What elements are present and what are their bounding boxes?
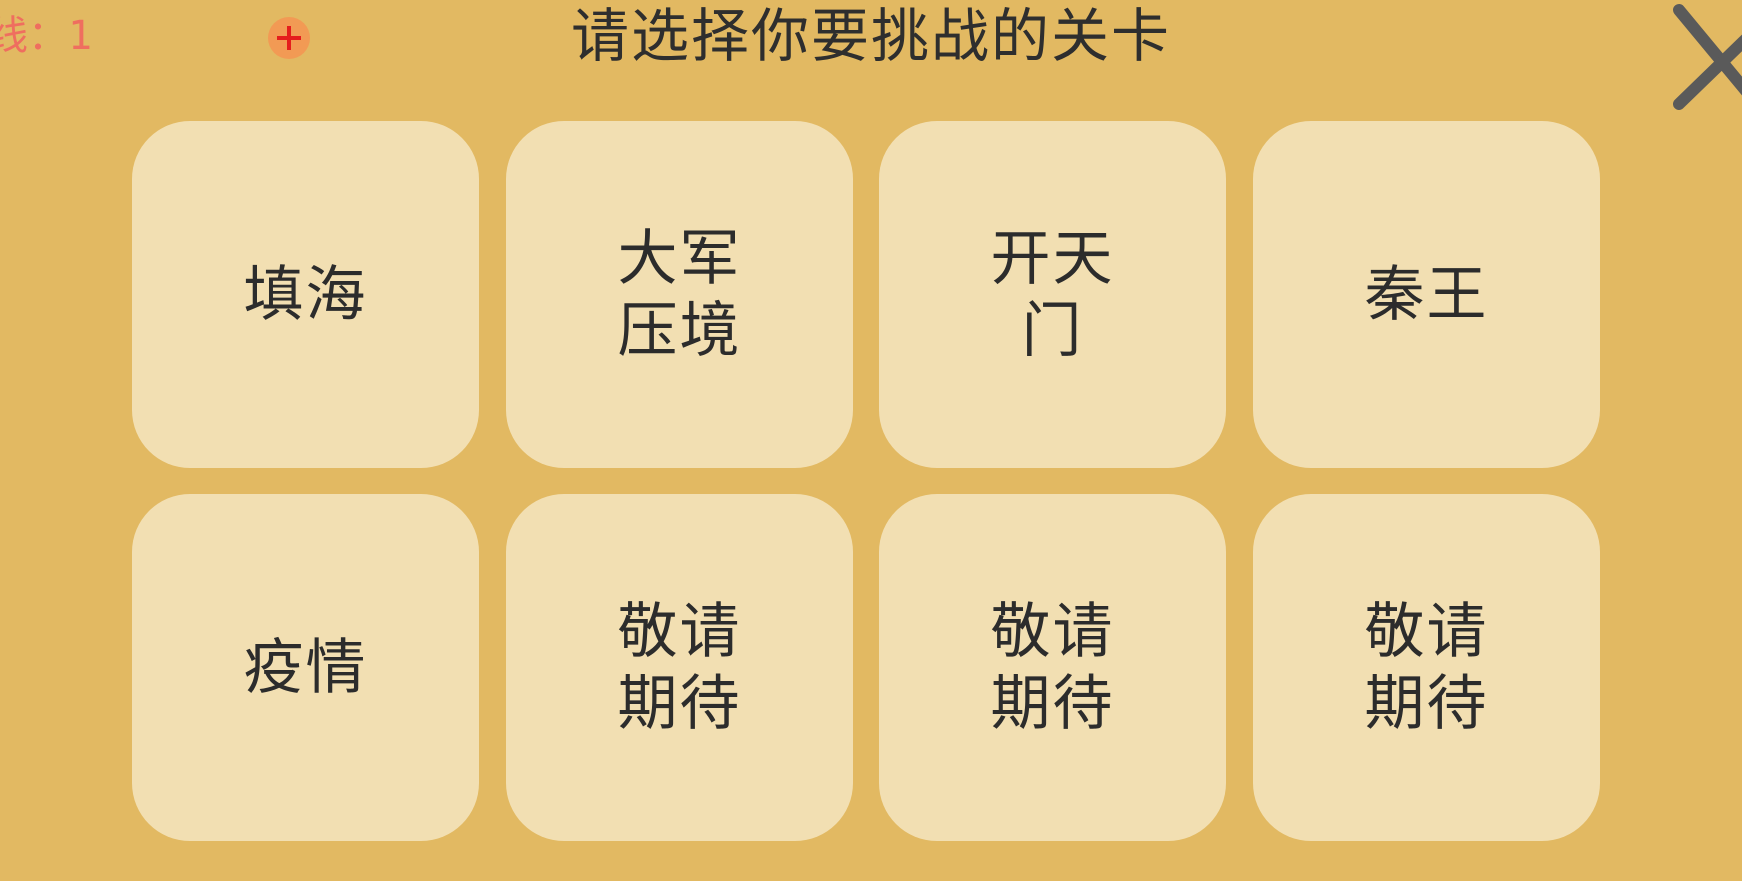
level-card-coming-soon[interactable]: 敬请期待 — [879, 494, 1226, 841]
level-card-army-pressure[interactable]: 大军压境 — [506, 121, 853, 468]
debug-line-counter: 线：1 — [0, 13, 93, 59]
level-card-coming-soon[interactable]: 敬请期待 — [506, 494, 853, 841]
level-card-open-heaven-gate[interactable]: 开天门 — [879, 121, 1226, 468]
level-label: 大军压境 — [617, 223, 742, 366]
level-grid: 填海 大军压境 开天门 秦王 疫情 敬请期待 敬请期待 敬请期待 — [132, 121, 1600, 881]
close-icon — [1673, 4, 1742, 110]
level-label: 敬请期待 — [617, 596, 742, 739]
level-label: 敬请期待 — [990, 596, 1115, 739]
level-card-epidemic[interactable]: 疫情 — [132, 494, 479, 841]
level-label: 敬请期待 — [1364, 596, 1489, 739]
level-card-fill-sea[interactable]: 填海 — [132, 121, 479, 468]
page-title: 请选择你要挑战的关卡 — [570, 2, 1171, 70]
level-card-qin-king[interactable]: 秦王 — [1253, 121, 1600, 468]
close-button[interactable] — [1668, 0, 1742, 114]
level-label: 秦王 — [1364, 259, 1489, 330]
level-label: 填海 — [243, 259, 368, 330]
level-label: 开天门 — [990, 223, 1115, 366]
level-card-coming-soon[interactable]: 敬请期待 — [1253, 494, 1600, 841]
level-label: 疫情 — [243, 632, 368, 703]
